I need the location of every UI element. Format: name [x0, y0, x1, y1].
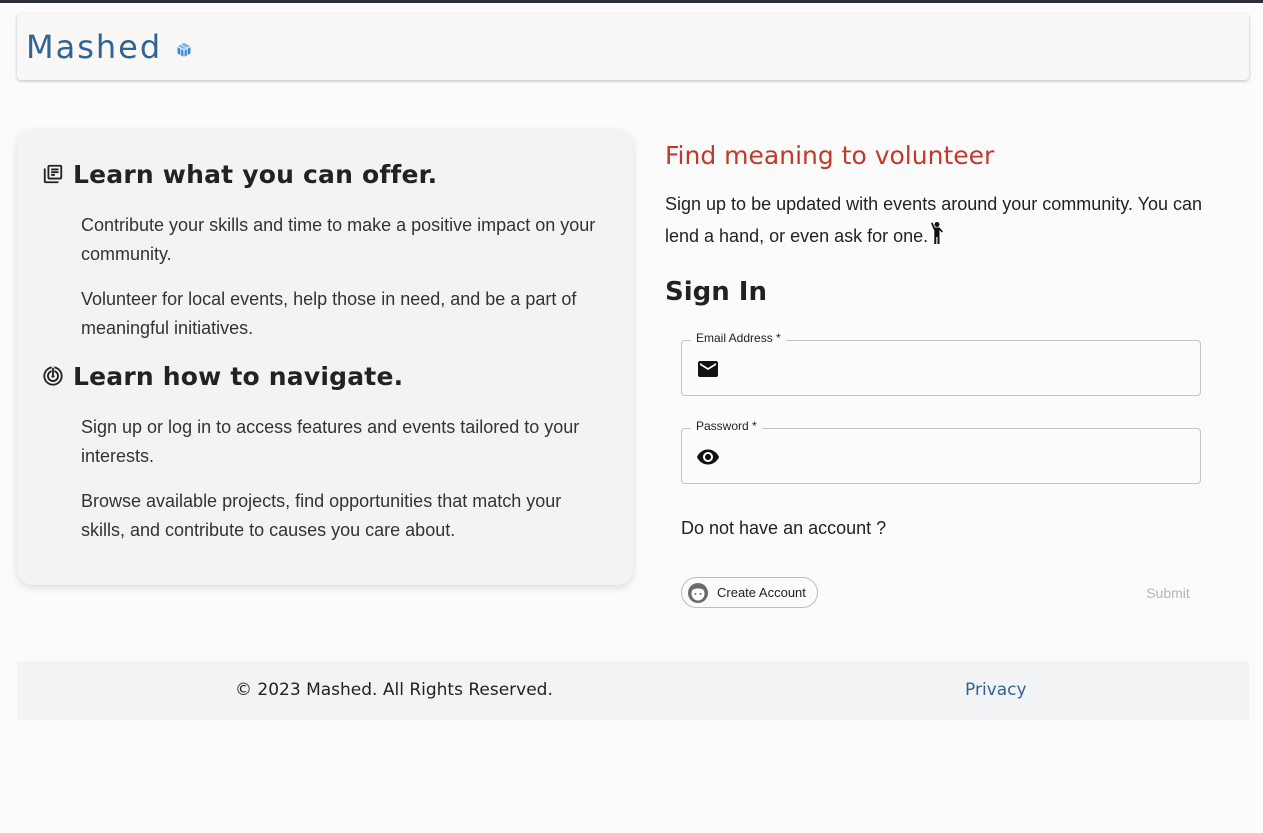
signin-panel: Find meaning to volunteer Sign up to be … — [665, 133, 1210, 307]
cube-icon — [176, 42, 192, 58]
tagline: Find meaning to volunteer — [665, 141, 995, 170]
email-input[interactable] — [732, 351, 1187, 385]
brand-logo-text[interactable]: Mashed — [26, 28, 162, 66]
no-account-text: Do not have an account ? — [681, 518, 887, 538]
section-navigate-paragraph: Browse available projects, find opportun… — [81, 491, 562, 540]
password-field[interactable]: Password * — [681, 419, 1201, 484]
signin-title: Sign In — [665, 277, 767, 307]
password-label: Password * — [691, 419, 762, 433]
section-offer-paragraph: Contribute your skills and time to make … — [81, 215, 596, 264]
section-navigate-heading: Learn how to navigate. — [41, 359, 609, 393]
radar-icon — [41, 364, 65, 388]
person-waving-icon — [930, 221, 948, 255]
privacy-link[interactable]: Privacy — [965, 680, 1027, 700]
create-account-label: Create Account — [717, 585, 806, 600]
info-card: Learn what you can offer. Contribute you… — [17, 129, 633, 585]
email-field[interactable]: Email Address * — [681, 331, 1201, 396]
submit-button[interactable]: Submit — [1133, 581, 1203, 605]
create-account-button[interactable]: Create Account — [681, 577, 818, 608]
section-offer-title: Learn what you can offer. — [73, 159, 438, 189]
copyright-text: © 2023 Mashed. All Rights Reserved. — [235, 680, 553, 700]
section-offer-paragraph: Volunteer for local events, help those i… — [81, 289, 577, 338]
eye-icon[interactable] — [696, 445, 720, 469]
email-label: Email Address * — [691, 331, 786, 345]
section-navigate-title: Learn how to navigate. — [73, 361, 404, 391]
signin-description: Sign up to be updated with events around… — [665, 188, 1210, 255]
face-avatar-icon — [687, 582, 709, 604]
mail-icon — [696, 357, 720, 381]
footer: © 2023 Mashed. All Rights Reserved. Priv… — [17, 661, 1249, 720]
app-header: Mashed — [17, 14, 1249, 80]
section-offer-heading: Learn what you can offer. — [41, 157, 609, 191]
section-navigate-paragraph: Sign up or log in to access features and… — [81, 417, 580, 466]
library-books-icon — [41, 162, 65, 186]
password-input[interactable] — [732, 439, 1187, 473]
